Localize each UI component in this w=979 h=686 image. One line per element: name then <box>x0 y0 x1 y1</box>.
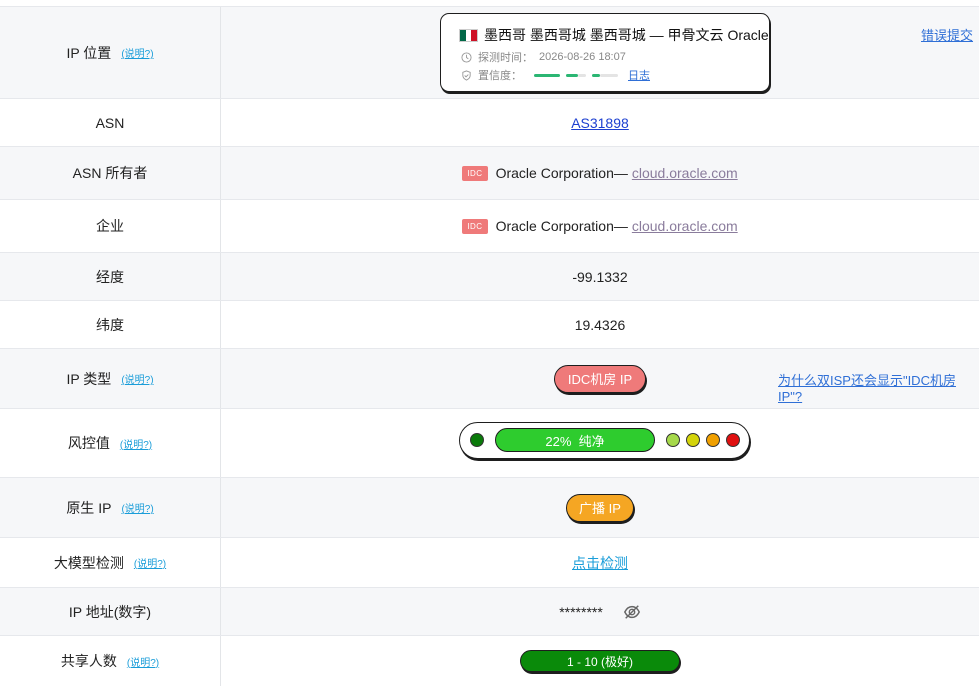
risk-dot-lightgreen-icon <box>666 433 680 447</box>
mexico-flag-icon <box>459 28 478 42</box>
row-shared-users: 共享人数 (说明?) 1 - 10 (极好) <box>0 635 979 686</box>
row-label: 原生 IP <box>66 499 112 516</box>
shield-check-icon <box>462 69 471 81</box>
row-label: IP 位置 <box>66 44 112 61</box>
label-cell: 纬度 <box>0 301 221 348</box>
label-cell: 风控值 (说明?) <box>0 409 221 477</box>
value-cell: -99.1332 <box>221 253 979 300</box>
row-asn: ASN AS31898 <box>0 98 979 146</box>
location-text: 墨西哥 墨西哥城 墨西哥城 — 甲骨文云 Oracle <box>484 27 769 43</box>
location-title: 墨西哥 墨西哥城 墨西哥城 — 甲骨文云 Oracle <box>459 25 769 45</box>
llm-check-link[interactable]: 点击检测 <box>572 553 628 573</box>
row-label: 共享人数 <box>60 653 117 669</box>
risk-dot-green-icon <box>470 433 484 447</box>
label-cell: 共享人数 (说明?) <box>0 636 221 686</box>
owner-name: Oracle Corporation— <box>495 165 628 181</box>
probe-time-line: 探测时间： 2026-08-26 18:07 <box>461 49 626 65</box>
idc-tag: IDC <box>462 165 488 181</box>
value-cell: IDC Oracle Corporation— cloud.oracle.com <box>221 147 979 199</box>
value-cell: ******** <box>221 588 979 635</box>
asn-link[interactable]: AS31898 <box>571 115 629 131</box>
row-label: IP 类型 <box>66 370 112 387</box>
help-link[interactable]: (说明?) <box>121 500 153 515</box>
help-link[interactable]: (说明?) <box>121 45 153 60</box>
label-cell: ASN <box>0 99 221 146</box>
probe-time-value: 2026-08-26 18:07 <box>539 51 626 63</box>
value-cell: 1 - 10 (极好) <box>221 636 979 686</box>
error-report-link[interactable]: 错误提交 <box>921 25 973 44</box>
owner-domain-link[interactable]: cloud.oracle.com <box>632 165 738 181</box>
row-label: ASN <box>95 114 125 131</box>
ip-type-badge: IDC机房 IP <box>554 364 646 393</box>
log-link[interactable]: 日志 <box>628 67 650 83</box>
value-cell: 广播 IP <box>221 478 979 537</box>
row-risk: 风控值 (说明?) 22% 纯净 <box>0 408 979 477</box>
row-asn-owner: ASN 所有者 IDC Oracle Corporation— cloud.or… <box>0 146 979 199</box>
row-ip-numeric: IP 地址(数字) ******** <box>0 587 979 635</box>
confidence-label: 置信度： <box>478 70 522 82</box>
label-cell: IP 地址(数字) <box>0 588 221 635</box>
label-cell: ASN 所有者 <box>0 147 221 199</box>
confidence-bars <box>534 73 624 77</box>
label-cell: IP 位置 (说明?) <box>0 7 221 98</box>
row-llm-check: 大模型检测 (说明?) 点击检测 <box>0 537 979 587</box>
native-ip-badge: 广播 IP <box>566 493 634 522</box>
row-label: 纬度 <box>96 316 124 333</box>
value-cell: 19.4326 <box>221 301 979 348</box>
label-cell: 原生 IP (说明?) <box>0 478 221 537</box>
help-link[interactable]: (说明?) <box>120 436 152 451</box>
help-link[interactable]: (说明?) <box>134 555 166 570</box>
row-label: ASN 所有者 <box>72 165 148 181</box>
row-company: 企业 IDC Oracle Corporation— cloud.oracle.… <box>0 199 979 252</box>
row-label: 风控值 <box>67 435 110 451</box>
eye-off-icon[interactable] <box>623 603 641 621</box>
label-cell: IP 类型 (说明?) <box>0 349 221 408</box>
row-label: IP 地址(数字) <box>68 603 152 620</box>
risk-dot-yellow-icon <box>686 433 700 447</box>
value-cell: IDC Oracle Corporation— cloud.oracle.com <box>221 200 979 252</box>
help-link[interactable]: (说明?) <box>127 654 159 669</box>
probe-time-label: 探测时间： <box>478 52 533 64</box>
row-ip-location: IP 位置 (说明?) 墨西哥 墨西哥城 墨西哥城 — 甲骨文云 Oracle … <box>0 6 979 98</box>
latitude-value: 19.4326 <box>574 316 626 333</box>
label-cell: 大模型检测 (说明?) <box>0 538 221 587</box>
help-link[interactable]: (说明?) <box>121 371 153 386</box>
idc-tag: IDC <box>462 218 488 234</box>
row-label: 大模型检测 <box>53 554 124 571</box>
value-cell: AS31898 <box>221 99 979 146</box>
label-cell: 企业 <box>0 200 221 252</box>
location-card: 墨西哥 墨西哥城 墨西哥城 — 甲骨文云 Oracle 探测时间： 2026-0… <box>440 13 770 92</box>
shared-users-badge: 1 - 10 (极好) <box>520 650 680 672</box>
company-domain-link[interactable]: cloud.oracle.com <box>632 218 738 234</box>
row-label: 企业 <box>96 218 124 234</box>
company-name: Oracle Corporation— <box>495 218 628 234</box>
risk-value: 22% 纯净 <box>545 433 605 449</box>
risk-dot-red-icon <box>726 433 740 447</box>
risk-dot-orange-icon <box>706 433 720 447</box>
ip-numeric-value: ******** <box>559 603 603 620</box>
row-longitude: 经度 -99.1332 <box>0 252 979 300</box>
longitude-value: -99.1332 <box>572 268 628 285</box>
dual-isp-help-link[interactable]: 为什么双ISP还会显示"IDC机房IP"? <box>778 370 979 404</box>
row-native-ip: 原生 IP (说明?) 广播 IP <box>0 477 979 537</box>
row-ip-type: IP 类型 (说明?) IDC机房 IP 为什么双ISP还会显示"IDC机房IP… <box>0 348 979 408</box>
value-cell: 点击检测 <box>221 538 979 587</box>
confidence-line: 置信度： 日志 <box>461 67 650 83</box>
risk-meter: 22% 纯净 <box>459 422 750 459</box>
label-cell: 经度 <box>0 253 221 300</box>
row-label: 经度 <box>96 268 124 285</box>
clock-icon <box>461 51 472 63</box>
row-latitude: 纬度 19.4326 <box>0 300 979 348</box>
risk-bar: 22% 纯净 <box>495 428 655 452</box>
